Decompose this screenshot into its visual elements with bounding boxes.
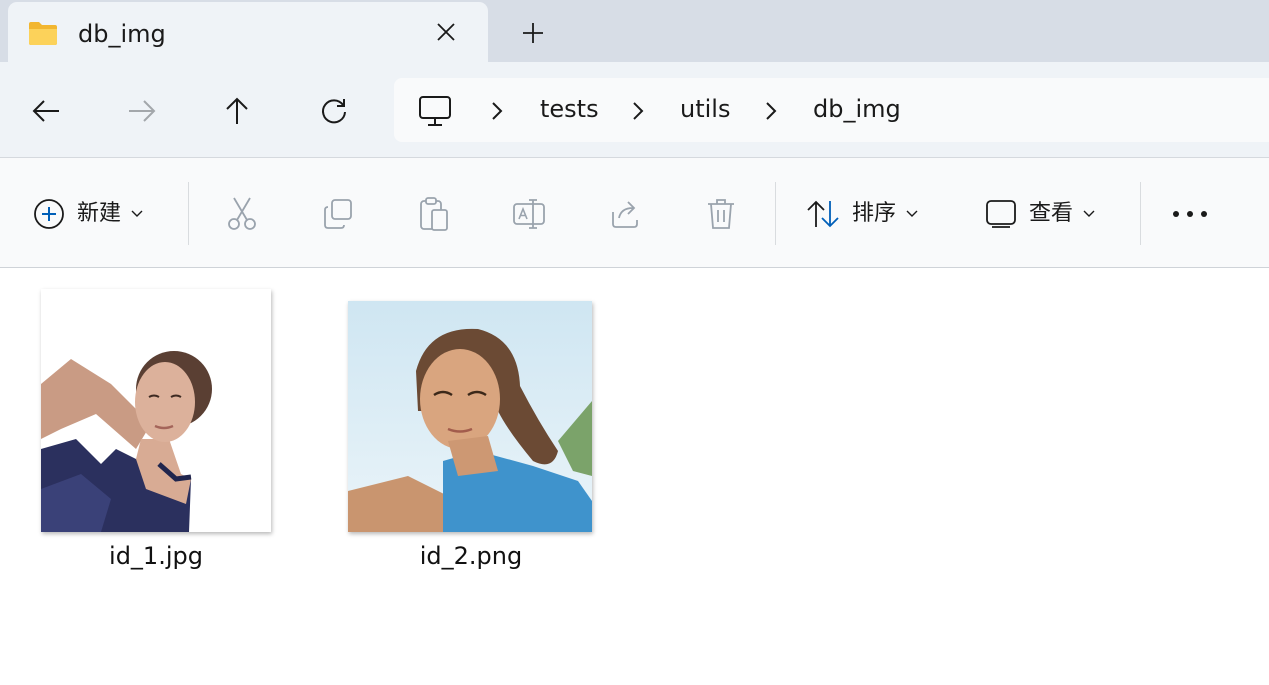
cut-icon <box>228 197 256 230</box>
arrow-up-icon <box>226 97 248 124</box>
view-button[interactable]: 查看 <box>985 192 1095 236</box>
refresh-button[interactable] <box>317 94 351 128</box>
copy-icon <box>324 199 352 229</box>
file-name[interactable]: id_2.png <box>326 541 616 571</box>
share-icon <box>612 201 638 228</box>
rename-icon <box>513 199 545 229</box>
new-button-label: 新建 <box>77 201 122 226</box>
new-tab-button[interactable] <box>518 18 548 48</box>
arrow-left-icon <box>32 100 59 122</box>
file-item-id-2[interactable]: id_2.png <box>326 269 616 579</box>
tab-db-img[interactable]: db_img <box>8 2 488 62</box>
rename-button[interactable] <box>512 192 546 236</box>
delete-icon <box>708 199 734 229</box>
chevron-down-icon <box>906 210 918 217</box>
chevron-right-icon[interactable] <box>488 100 506 122</box>
share-button[interactable] <box>609 192 641 236</box>
delete-button[interactable] <box>706 192 736 236</box>
view-button-label: 查看 <box>1029 201 1074 226</box>
navigation-bar: tests utils db_img <box>0 62 1269 158</box>
refresh-icon <box>322 99 346 124</box>
file-item-id-1[interactable]: id_1.jpg <box>11 269 301 579</box>
toolbar-divider <box>1140 182 1141 245</box>
tab-title: db_img <box>78 20 166 48</box>
chevron-right-icon[interactable] <box>629 100 647 122</box>
close-tab-button[interactable] <box>432 18 460 46</box>
portrait-photo-thumbnail <box>41 289 271 532</box>
more-icon <box>1173 211 1207 217</box>
breadcrumb-tests[interactable]: tests <box>540 94 599 124</box>
sort-icon <box>807 200 839 228</box>
sort-button-label: 排序 <box>852 201 897 226</box>
sort-button[interactable]: 排序 <box>806 192 918 236</box>
chevron-down-icon <box>1083 210 1095 217</box>
file-explorer-window: db_img tests utils db_img 新建 排序 查看 id_1.… <box>0 0 1269 685</box>
plus-icon <box>523 23 543 43</box>
more-options-button[interactable] <box>1172 192 1208 236</box>
chevron-down-icon <box>131 210 143 217</box>
tab-strip: db_img <box>0 0 1269 62</box>
portrait-photo-thumbnail <box>348 301 592 532</box>
view-icon <box>986 200 1016 228</box>
back-button[interactable] <box>29 94 63 128</box>
folder-icon <box>29 22 57 45</box>
toolbar-divider <box>775 182 776 245</box>
cut-button[interactable] <box>226 192 258 236</box>
toolbar-divider <box>188 182 189 245</box>
file-thumbnail[interactable] <box>348 301 592 532</box>
file-list-area: id_1.jpg id_2.png <box>0 269 1269 685</box>
chevron-right-icon[interactable] <box>762 100 780 122</box>
add-circle-icon <box>34 199 64 229</box>
this-pc-icon[interactable] <box>418 95 452 127</box>
copy-button[interactable] <box>322 192 354 236</box>
address-bar[interactable]: tests utils db_img <box>394 78 1269 142</box>
new-button[interactable]: 新建 <box>33 192 143 236</box>
file-name[interactable]: id_1.jpg <box>11 541 301 571</box>
close-icon <box>437 23 455 41</box>
paste-button[interactable] <box>418 192 450 236</box>
forward-button[interactable] <box>125 94 159 128</box>
breadcrumb-db-img[interactable]: db_img <box>813 94 901 124</box>
up-button[interactable] <box>220 94 254 128</box>
arrow-right-icon <box>129 100 156 122</box>
breadcrumb-utils[interactable]: utils <box>680 94 730 124</box>
file-thumbnail[interactable] <box>41 289 271 532</box>
command-bar: 新建 排序 查看 <box>0 158 1269 268</box>
paste-icon <box>420 197 448 231</box>
